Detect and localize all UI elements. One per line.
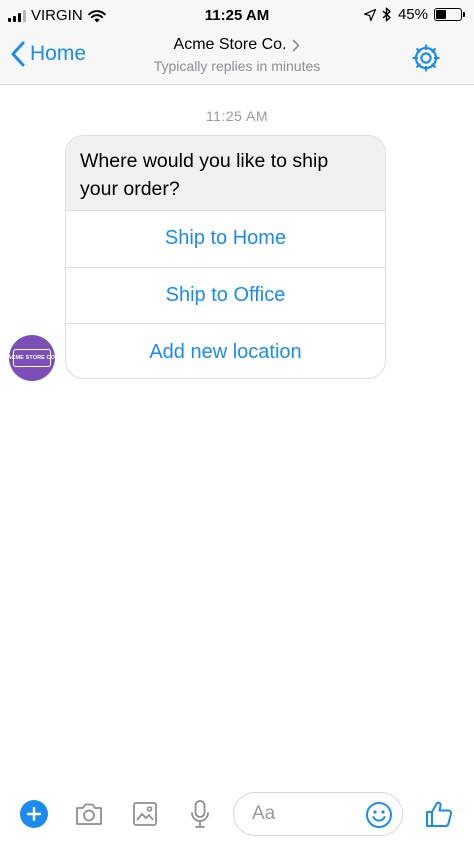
page-title: Acme Store Co. — [173, 36, 287, 53]
plus-icon — [20, 800, 48, 828]
bluetooth-icon — [382, 7, 391, 22]
settings-button[interactable] — [410, 42, 442, 74]
gallery-button[interactable] — [129, 798, 161, 830]
messenger-screen: VIRGIN 11:25 AM 45% Home Acme Store Co. … — [0, 0, 474, 843]
avatar-logo: ACME STORE CO. — [7, 349, 57, 367]
bot-message: Where would you like to ship your order? — [66, 136, 385, 211]
quick-reply-card: Where would you like to ship your order?… — [65, 135, 386, 379]
camera-icon — [76, 803, 102, 825]
battery-icon — [434, 8, 465, 21]
battery-level — [436, 10, 447, 19]
status-right: 45% — [363, 6, 465, 23]
page-subtitle: Typically replies in minutes — [153, 58, 321, 74]
chevron-right-icon — [293, 39, 300, 51]
microphone-icon — [191, 800, 209, 828]
avatar[interactable]: ACME STORE CO. — [7, 335, 57, 381]
camera-button[interactable] — [73, 798, 105, 830]
option-add-new-location[interactable]: Add new location — [66, 324, 385, 378]
message-input[interactable]: Aa — [233, 792, 403, 836]
message-timestamp: 11:25 AM — [205, 108, 269, 124]
option-ship-to-home[interactable]: Ship to Home — [66, 211, 385, 268]
option-ship-to-office[interactable]: Ship to Office — [66, 268, 385, 324]
gear-icon — [412, 44, 440, 72]
message-composer: Aa — [0, 786, 474, 843]
microphone-button[interactable] — [184, 798, 216, 830]
location-arrow-icon — [363, 8, 376, 21]
gallery-icon — [133, 802, 157, 826]
thumbs-up-icon — [426, 801, 453, 827]
add-button[interactable] — [18, 798, 50, 830]
battery-percent: 45% — [397, 6, 428, 23]
like-button[interactable] — [423, 798, 455, 830]
navigation-bar: Home Acme Store Co. Typically replies in… — [0, 32, 474, 85]
conversation-header[interactable]: Acme Store Co. Typically replies in minu… — [0, 36, 474, 74]
status-bar: VIRGIN 11:25 AM 45% — [0, 0, 474, 32]
emoji-icon — [366, 802, 392, 828]
emoji-button[interactable] — [364, 800, 394, 830]
